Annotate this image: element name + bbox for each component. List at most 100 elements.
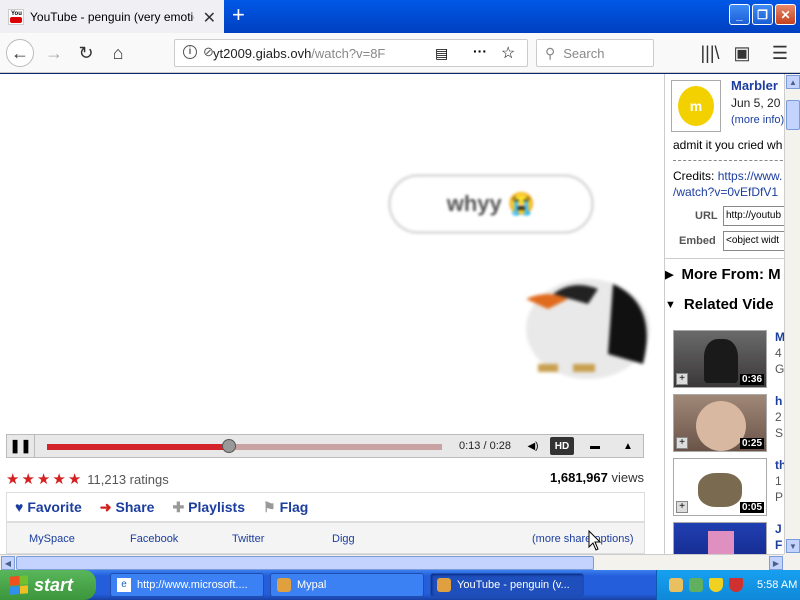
maximize-button[interactable]: ❐ [752,4,773,25]
reader-view-icon[interactable]: ▤ [435,45,448,62]
page-content: whyy 😭 ❚❚ 0:13 / 0:28 ◀) HD ▬ ▲ ★ ★ ★ ★ … [0,74,800,554]
avatar[interactable]: m [671,80,721,132]
related-meta: P [775,490,784,504]
ratings-count: 11,213 ratings [87,471,169,487]
video-duration: 0:36 [739,374,764,385]
add-to-queue-icon[interactable]: + [676,373,688,385]
share-facebook-link[interactable]: Facebook [130,533,178,545]
pause-button[interactable]: ❚❚ [7,435,35,457]
related-thumbnail[interactable] [673,522,767,554]
star-icon[interactable]: ★ [37,470,50,488]
related-videos-header[interactable]: ▼ Related Vide [665,296,774,313]
star-icon[interactable]: ★ [52,470,65,488]
taskbar-item-youtube[interactable]: YouTube - penguin (v... [430,573,584,597]
forward-button[interactable]: → [40,39,68,67]
search-icon: ⚲ [545,44,556,61]
home-button[interactable]: ⌂ [104,39,132,67]
related-thumbnail[interactable]: + 0:25 [673,394,767,452]
thumbnail-figure [708,531,734,554]
share-myspace-link[interactable]: MySpace [29,533,75,545]
progress-knob[interactable] [221,439,236,453]
horizontal-scrollbar[interactable]: ◀ ▶ [0,554,784,570]
new-tab-button[interactable]: + [232,4,245,26]
horizontal-scroll-thumb[interactable] [16,556,594,570]
scroll-left-icon[interactable]: ◀ [1,556,15,570]
close-window-button[interactable]: ✕ [775,4,796,25]
page-actions-icon[interactable]: ··· [473,43,487,59]
url-text[interactable]: yt2009.giabs.ovh/watch?v=8F [213,46,413,61]
related-videos-label: Related Vide [683,296,774,313]
url-bar[interactable]: i ⊘ yt2009.giabs.ovh/watch?v=8F ▤ ··· ☆ [174,39,528,67]
popout-icon[interactable]: ▬ [583,437,607,455]
add-to-queue-icon[interactable]: + [676,501,688,513]
hd-button[interactable]: HD [550,437,574,455]
playlists-button[interactable]: ✚ Playlists [172,499,245,516]
scroll-right-icon[interactable]: ▶ [769,556,783,570]
related-thumbnail[interactable]: + 0:05 [673,458,767,516]
scroll-down-icon[interactable]: ▼ [786,539,800,553]
title-bar: You YouTube - penguin (very emotional) ✕… [0,0,800,33]
vertical-scrollbar[interactable]: ▲ ▼ [784,74,800,554]
back-button[interactable]: ← [6,39,34,67]
credits-link[interactable]: https://www. [718,169,783,183]
scroll-up-icon[interactable]: ▲ [786,75,800,89]
star-icon[interactable]: ★ [68,470,81,488]
star-icon[interactable]: ★ [6,470,19,488]
related-title[interactable]: J [775,522,782,536]
volume-icon[interactable]: ◀) [521,437,545,455]
embed-field[interactable]: <object widt [723,231,786,251]
tracking-shield-icon[interactable]: ⊘ [203,44,214,60]
bookmark-star-icon[interactable]: ☆ [501,43,515,63]
menu-icon[interactable]: ☰ [766,39,794,67]
window-controls: _ ❐ ✕ [729,4,796,25]
ie-page-icon: e [117,578,131,592]
start-button[interactable]: start [0,570,96,600]
more-share-options-link[interactable]: (more share options) [532,533,634,545]
embed-label: Embed [679,235,716,247]
navigation-bar: ← → ↻ ⌂ i ⊘ yt2009.giabs.ovh/watch?v=8F … [0,33,800,73]
view-count: 1,681,967 views [550,470,644,485]
thumbnail-face [696,401,746,451]
progress-fill [47,444,229,450]
fullscreen-icon[interactable]: ▲ [616,437,640,455]
alert-shield-icon[interactable] [729,578,743,592]
browser-tab[interactable]: You YouTube - penguin (very emotional) ✕ [0,0,224,33]
video-duration: 0:05 [739,502,764,513]
share-digg-link[interactable]: Digg [332,533,355,545]
divider [673,160,786,161]
share-twitter-link[interactable]: Twitter [232,533,264,545]
taskbar-item-mypal[interactable]: Mypal [270,573,424,597]
info-icon[interactable]: i [183,45,197,59]
credits-link-continued[interactable]: /watch?v=0vEfDfV1 [673,185,778,199]
credits: Credits: https://www. /watch?v=0vEfDfV1 [673,168,782,200]
taskbar-item-microsoft[interactable]: e http://www.microsoft.... [110,573,264,597]
video-description: admit it you cried wh [673,138,783,152]
security-shield-icon[interactable] [709,578,723,592]
favorite-button[interactable]: ♥ Favorite [15,499,82,515]
penguin-image [526,279,650,379]
more-info-link[interactable]: (more info) [731,114,784,126]
search-box[interactable]: ⚲ Search [536,39,654,67]
share-button[interactable]: ➜ Share [100,499,155,516]
uploader-name[interactable]: Marbler [731,78,778,93]
sync-icon[interactable] [689,578,703,592]
flag-button[interactable]: ⚑ Flag [263,499,308,516]
tab-close-icon[interactable]: ✕ [203,8,216,28]
add-to-queue-icon[interactable]: + [676,437,688,449]
more-from-header[interactable]: ▶ More From: M [665,266,781,283]
progress-track[interactable] [47,444,442,450]
video-player[interactable]: whyy 😭 [8,74,650,434]
related-thumbnail[interactable]: + 0:36 [673,330,767,388]
url-host: yt2009.giabs.ovh [213,45,312,61]
sidebar-toggle-icon[interactable]: ▣ [728,39,756,67]
related-title[interactable]: h [775,394,782,408]
network-icon[interactable] [669,578,683,592]
url-field[interactable]: http://youtub [723,206,786,226]
star-icon[interactable]: ★ [21,470,34,488]
share-options: MySpace Facebook Twitter Digg (more shar… [6,522,645,554]
star-rating[interactable]: ★ ★ ★ ★ ★ 11,213 ratings [6,470,169,488]
vertical-scroll-thumb[interactable] [786,100,800,130]
library-icon[interactable]: |||\ [696,39,724,67]
reload-button[interactable]: ↻ [72,39,100,67]
minimize-button[interactable]: _ [729,4,750,25]
